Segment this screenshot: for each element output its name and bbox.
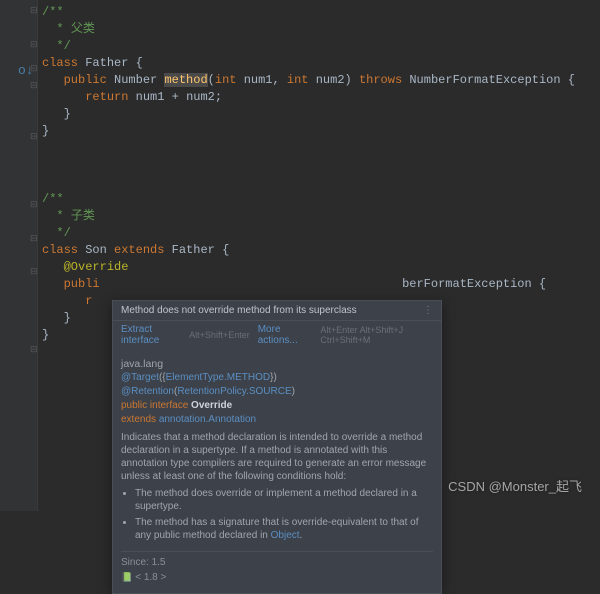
shortcut-hint: Alt+Shift+Enter: [189, 330, 250, 340]
method-name-highlighted: method: [164, 73, 207, 87]
fold-handle[interactable]: ⊟: [30, 81, 38, 91]
doc-list-item: The method does override or implement a …: [135, 487, 433, 513]
popup-body: java.lang @Target({ElementType.METHOD}) …: [113, 351, 441, 593]
more-icon[interactable]: ⋮: [423, 305, 433, 316]
jdk-icon: 📗: [121, 572, 132, 582]
popup-title: Method does not override method from its…: [121, 305, 357, 316]
jdk-version: < 1.8 >: [135, 572, 166, 583]
extract-interface-action[interactable]: Extract interface: [121, 324, 181, 346]
fold-handle[interactable]: ⊟: [30, 200, 38, 210]
fold-handle[interactable]: ⊟: [30, 267, 38, 277]
fold-handle[interactable]: ⊟: [30, 345, 38, 355]
comment: /**: [42, 5, 64, 19]
since-label: Since:: [121, 557, 149, 568]
editor-gutter: o↓ ⊟ ⊟ ⊟ ⊟ ⊟ ⊟ ⊟ ⊟ ⊟: [0, 0, 38, 511]
override-annotation: @Override: [64, 260, 129, 274]
fold-handle[interactable]: ⊟: [30, 64, 38, 74]
shortcut-hint: Alt+Enter Alt+Shift+J Ctrl+Shift+M: [320, 325, 433, 345]
inspection-popup: Method does not override method from its…: [112, 300, 442, 594]
watermark: CSDN @Monster_起飞: [448, 476, 582, 495]
fold-handle[interactable]: ⊟: [30, 132, 38, 142]
fold-handle[interactable]: ⊟: [30, 40, 38, 50]
doc-list-item: The method has a signature that is overr…: [135, 516, 433, 542]
package-label: java.lang: [121, 357, 433, 371]
fold-handle[interactable]: ⊟: [30, 234, 38, 244]
fold-handle[interactable]: ⊟: [30, 6, 38, 16]
more-actions-link[interactable]: More actions...: [258, 324, 313, 346]
code-editor[interactable]: /** * 父类 */ class Father { public Number…: [42, 4, 575, 344]
doc-description: Indicates that a method declaration is i…: [121, 432, 426, 482]
